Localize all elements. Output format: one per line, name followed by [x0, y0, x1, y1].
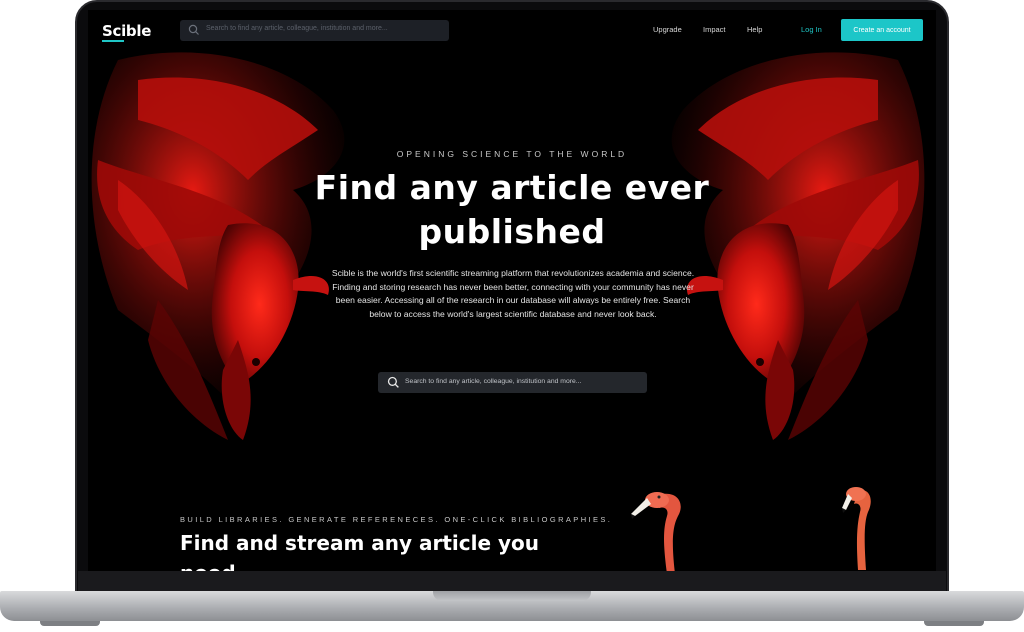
nav-link-help[interactable]: Help	[747, 25, 762, 34]
search-icon	[188, 24, 199, 35]
login-link[interactable]: Log In	[801, 25, 822, 34]
hero-search-placeholder: Search to find any article, colleague, i…	[405, 378, 582, 385]
hero-description: Scible is the world's first scientific s…	[331, 268, 695, 319]
laptop-foot-right	[924, 621, 984, 626]
nav-search-input[interactable]: Search to find any article, colleague, i…	[180, 20, 449, 41]
hero-eyebrow: OPENING SCIENCE TO THE WORLD	[396, 149, 628, 159]
top-nav: Scible Search to find any article, colle…	[88, 10, 936, 50]
laptop-notch	[433, 591, 591, 601]
browser-viewport: Scible Search to find any article, colle…	[88, 10, 936, 571]
create-account-button[interactable]: Create an account	[841, 19, 923, 41]
search-icon	[387, 376, 399, 388]
flamingo-right-image	[842, 487, 871, 570]
laptop-foot-left	[40, 621, 100, 626]
nav-link-impact[interactable]: Impact	[703, 25, 726, 34]
logo-underline	[102, 40, 124, 42]
scible-logo[interactable]: Scible	[102, 22, 151, 40]
screen-bottom-bezel	[78, 571, 946, 591]
hero-title: Find any article ever published	[314, 168, 710, 251]
features-title: Find and stream any article you need,	[180, 531, 540, 571]
nav-search-placeholder: Search to find any article, colleague, i…	[206, 25, 388, 32]
features-eyebrow: BUILD LIBRARIES. GENERATE REFERENECES. O…	[180, 515, 613, 524]
hero-search-input[interactable]: Search to find any article, colleague, i…	[378, 372, 647, 393]
nav-link-upgrade[interactable]: Upgrade	[653, 25, 682, 34]
flamingo-left-image	[631, 492, 681, 571]
